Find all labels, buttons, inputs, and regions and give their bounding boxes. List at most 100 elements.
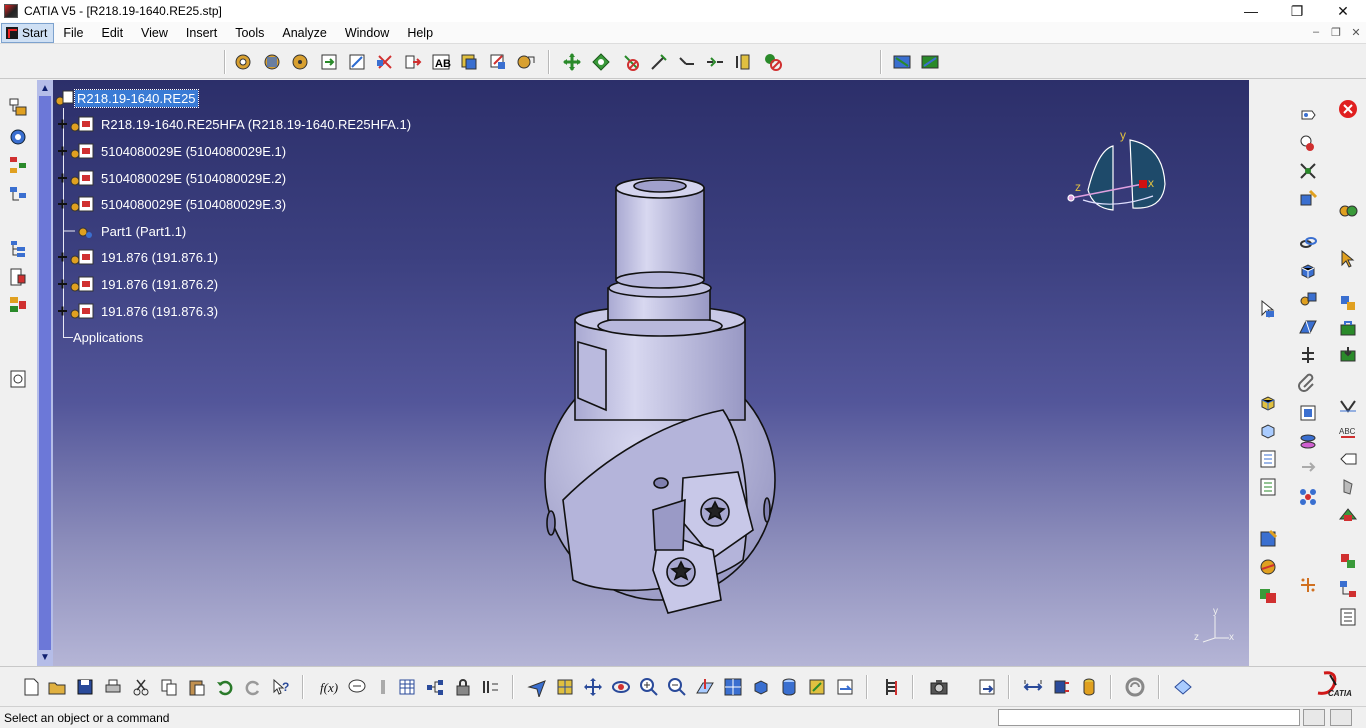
replace-component-icon[interactable] [346,51,368,73]
formula-icon[interactable]: f(x) [318,676,340,698]
publish-icon[interactable] [1337,550,1359,572]
manage-representations-icon[interactable]: AB [430,51,452,73]
tree-node-insert-3[interactable]: 5104080029E (5104080029E.3) [55,194,288,214]
fast-multi-instantiation-icon[interactable] [487,51,509,73]
product-structure-icon[interactable] [7,96,29,118]
tree-node-part1[interactable]: Part1 (Part1.1) [55,221,188,241]
sketch-icon[interactable] [1297,188,1319,210]
menu-file[interactable]: File [54,26,92,40]
fix-component-icon[interactable] [732,51,754,73]
tree-node-insert-2[interactable]: 5104080029E (5104080029E.2) [55,168,288,188]
new-component-icon[interactable] [232,51,254,73]
specifications-icon[interactable] [882,676,904,698]
power-input-field[interactable] [998,709,1300,726]
bill-icon[interactable] [976,676,998,698]
bill-of-material-icon[interactable] [7,368,29,390]
portfolio-icon[interactable] [1172,676,1194,698]
weld-icon[interactable] [1337,476,1359,498]
select-icon[interactable] [1257,298,1279,320]
pan-icon[interactable] [582,676,604,698]
doc-close-button[interactable]: ✕ [1346,22,1366,42]
print-icon[interactable] [102,676,124,698]
menu-edit[interactable]: Edit [93,26,133,40]
manipulation-icon[interactable] [561,51,583,73]
sphere-icon[interactable] [1257,556,1279,578]
analyze-dependencies-icon[interactable] [7,266,29,288]
coincidence-constraint-icon[interactable] [620,51,642,73]
lock-icon[interactable] [452,676,474,698]
material-icon[interactable] [1257,584,1279,606]
measure-item-icon[interactable] [1050,676,1072,698]
quick-view-icon[interactable] [750,676,772,698]
fastener-icon[interactable] [1297,430,1319,452]
axis-icon[interactable] [1297,344,1319,366]
new-file-icon[interactable] [20,676,42,698]
3d-viewport[interactable]: y z x y x z R218.19-1640.RE25 R218.19-16… [53,80,1249,666]
paperclip-icon[interactable] [1297,372,1319,394]
new-product-icon[interactable] [261,51,283,73]
graph-tree-reordering-icon[interactable] [374,51,396,73]
tree-expand-icon[interactable] [7,154,29,176]
design-table-icon[interactable] [396,676,418,698]
hierarchy-icon[interactable] [1337,578,1359,600]
cut-icon[interactable] [130,676,152,698]
shading-icon[interactable] [778,676,800,698]
status-button-2[interactable] [1330,709,1352,726]
tree-node-hfa[interactable]: R218.19-1640.RE25HFA (R218.19-1640.RE25H… [55,114,413,134]
expand-plus-icon[interactable] [55,248,99,266]
zoom-out-icon[interactable] [666,676,688,698]
minimize-button[interactable]: — [1228,0,1274,22]
multi-view-icon[interactable] [722,676,744,698]
measure-between-icon[interactable] [1022,676,1044,698]
swap-visible-space-icon[interactable] [834,676,856,698]
tree-node-applications[interactable]: Applications [71,327,145,347]
snap-icon[interactable] [590,51,612,73]
list-icon[interactable] [1337,606,1359,628]
component-icon[interactable] [1297,288,1319,310]
link-icon[interactable] [1297,232,1319,254]
catalog-browser-icon[interactable] [1297,132,1319,154]
clash-detection-icon[interactable] [919,51,941,73]
tree-list2-icon[interactable] [1257,476,1279,498]
hide-show-icon[interactable] [480,676,502,698]
tree-structure-icon[interactable] [424,676,446,698]
swap-icon[interactable] [1297,458,1319,480]
pattern-icon[interactable] [1297,486,1319,508]
dimension-icon[interactable] [1337,396,1359,418]
multi-instantiation-icon[interactable] [458,51,480,73]
update-constraint-icon[interactable] [762,51,784,73]
scene-icon[interactable] [1257,528,1279,550]
plane-icon[interactable] [1297,316,1319,338]
expand-plus-icon[interactable] [55,275,99,293]
copy-icon[interactable] [158,676,180,698]
close-button[interactable]: ✕ [1320,0,1366,22]
gear-icon[interactable] [1337,200,1359,222]
catia-app-icon[interactable] [4,4,18,18]
expand-plus-icon[interactable] [55,169,99,187]
measure-inertia-icon[interactable] [1078,676,1100,698]
maximize-button[interactable]: ❐ [1274,0,1320,22]
scrollbar-thumb[interactable] [39,96,51,650]
expand-plus-icon[interactable] [55,142,99,160]
tree-node-screw-3[interactable]: 191.876 (191.876.3) [55,301,220,321]
undo-icon[interactable] [214,676,236,698]
expand-plus-icon[interactable] [55,195,99,213]
paste-icon[interactable] [186,676,208,698]
render-style-icon[interactable] [1337,292,1359,314]
menu-help[interactable]: Help [398,26,442,40]
rule-icon[interactable] [372,676,394,698]
menu-analyze[interactable]: Analyze [273,26,335,40]
menu-window[interactable]: Window [336,26,398,40]
doc-minimize-button[interactable]: – [1306,22,1326,42]
expand-plus-icon[interactable] [55,302,99,320]
fly-mode-icon[interactable] [526,676,548,698]
exit-workbench-icon[interactable] [1337,98,1359,120]
open-folder-icon[interactable] [46,676,68,698]
tree-root-node[interactable]: R218.19-1640.RE25 [55,88,199,108]
explode-icon[interactable] [891,51,913,73]
apply-material-icon[interactable] [1124,676,1146,698]
reuse-pattern-icon[interactable] [515,51,537,73]
rotate-icon[interactable] [610,676,632,698]
select-arrow-icon[interactable] [1337,248,1359,270]
save-icon[interactable] [74,676,96,698]
